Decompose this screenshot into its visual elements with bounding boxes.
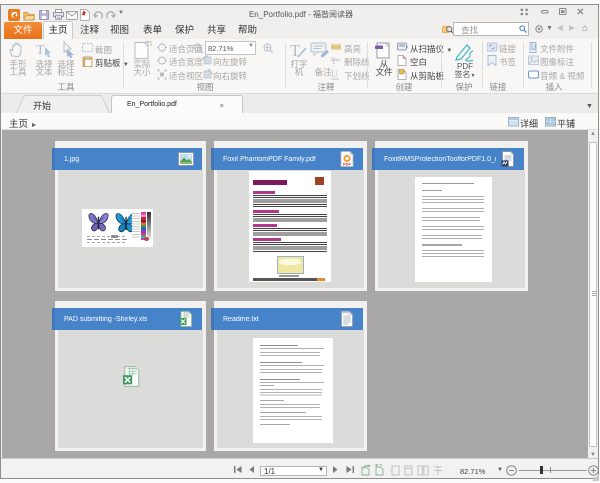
svg-text:T: T [290, 41, 301, 60]
svg-text:T: T [36, 43, 45, 58]
svg-text:PDF: PDF [343, 162, 352, 167]
svg-text:U: U [331, 69, 338, 79]
svg-text:T: T [331, 56, 337, 66]
